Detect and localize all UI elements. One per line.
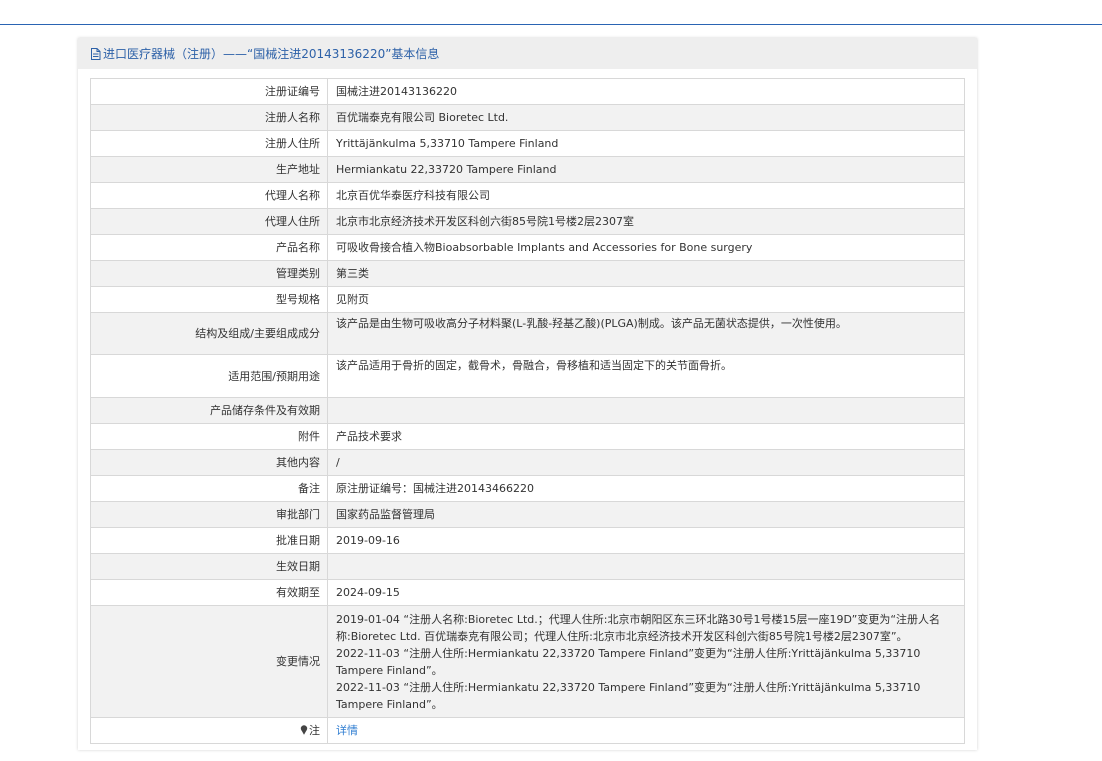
row-label: 产品名称 [90, 234, 328, 261]
row-value: 2024-09-15 [327, 579, 965, 606]
top-divider [0, 24, 1102, 25]
details-link[interactable]: 详情 [336, 724, 358, 737]
table-row: 生产地址 Hermiankatu 22,33720 Tampere Finlan… [90, 156, 965, 183]
row-label: 适用范围/预期用途 [90, 354, 328, 398]
row-value: 百优瑞泰克有限公司 Bioretec Ltd. [327, 104, 965, 131]
row-label: 备注 [90, 475, 328, 502]
row-label: 代理人住所 [90, 208, 328, 235]
row-value: 见附页 [327, 286, 965, 313]
table-row: 管理类别 第三类 [90, 260, 965, 287]
row-label: 注册人住所 [90, 130, 328, 157]
table-row: 注册人住所 Yrittäjänkulma 5,33710 Tampere Fin… [90, 130, 965, 157]
table-row: 有效期至 2024-09-15 [90, 579, 965, 606]
row-label: 审批部门 [90, 501, 328, 528]
row-value: 该产品适用于骨折的固定，截骨术，骨融合，骨移植和适当固定下的关节面骨折。 [327, 354, 965, 398]
row-value: / [327, 449, 965, 476]
table-row: 审批部门 国家药品监督管理局 [90, 501, 965, 528]
row-label: 有效期至 [90, 579, 328, 606]
table-row: 产品储存条件及有效期 [90, 397, 965, 424]
row-label: 产品储存条件及有效期 [90, 397, 328, 424]
row-value: Hermiankatu 22,33720 Tampere Finland [327, 156, 965, 183]
row-value: 可吸收骨接合植入物Bioabsorbable Implants and Acce… [327, 234, 965, 261]
row-label: 管理类别 [90, 260, 328, 287]
row-label: 变更情况 [90, 605, 328, 718]
row-label: 注册证编号 [90, 78, 328, 105]
table-row: 代理人住所 北京市北京经济技术开发区科创六街85号院1号楼2层2307室 [90, 208, 965, 235]
row-value: Yrittäjänkulma 5,33710 Tampere Finland [327, 130, 965, 157]
registration-info-table: 注册证编号 国械注进20143136220 注册人名称 百优瑞泰克有限公司 Bi… [90, 78, 965, 744]
table-row: 产品名称 可吸收骨接合植入物Bioabsorbable Implants and… [90, 234, 965, 261]
row-value: 原注册证编号：国械注进20143466220 [327, 475, 965, 502]
row-label: 批准日期 [90, 527, 328, 554]
row-label: 型号规格 [90, 286, 328, 313]
panel-header: 进口医疗器械（注册）—— “国械注进20143136220”基本信息 [78, 38, 977, 69]
row-label: 附件 [90, 423, 328, 450]
change-item: 2022-11-03 “注册人住所:Hermiankatu 22,33720 T… [336, 646, 921, 677]
table-row: 其他内容 / [90, 449, 965, 476]
table-row: 型号规格 见附页 [90, 286, 965, 313]
table-row: 适用范围/预期用途 该产品适用于骨折的固定，截骨术，骨融合，骨移植和适当固定下的… [90, 354, 965, 398]
row-label: 生效日期 [90, 553, 328, 580]
panel-title-quote: “国械注进20143136220”基本信息 [247, 47, 440, 61]
row-value: 国家药品监督管理局 [327, 501, 965, 528]
row-value: 产品技术要求 [327, 423, 965, 450]
row-value: 国械注进20143136220 [327, 78, 965, 105]
row-label: 结构及组成/主要组成成分 [90, 312, 328, 355]
table-row: 生效日期 [90, 553, 965, 580]
note-value-cell: 详情 [327, 717, 965, 744]
row-label: 代理人名称 [90, 182, 328, 209]
table-row: 批准日期 2019-09-16 [90, 527, 965, 554]
row-label: 注册人名称 [90, 104, 328, 131]
row-value: 北京百优华泰医疗科技有限公司 [327, 182, 965, 209]
note-label-cell: 注 [90, 717, 328, 744]
change-item: 2019-01-04 “注册人名称:Bioretec Ltd.；代理人住所:北京… [336, 612, 941, 643]
document-icon [91, 47, 101, 60]
change-item: 2022-11-03 “注册人住所:Hermiankatu 22,33720 T… [336, 680, 921, 711]
table-row: 结构及组成/主要组成成分 该产品是由生物可吸收高分子材料聚(L-乳酸-羟基乙酸)… [90, 312, 965, 355]
change-history-row: 变更情况 2019-01-04 “注册人名称:Bioretec Ltd.；代理人… [90, 605, 965, 718]
table-row: 代理人名称 北京百优华泰医疗科技有限公司 [90, 182, 965, 209]
table-row: 注册证编号 国械注进20143136220 [90, 78, 965, 105]
row-value: 2019-09-16 [327, 527, 965, 554]
row-label: 生产地址 [90, 156, 328, 183]
note-label: 注 [309, 724, 320, 737]
note-row: 注 详情 [90, 717, 965, 744]
table-row: 备注 原注册证编号：国械注进20143466220 [90, 475, 965, 502]
row-value [327, 553, 965, 580]
row-value [327, 397, 965, 424]
row-value: 第三类 [327, 260, 965, 287]
info-panel: 进口医疗器械（注册）—— “国械注进20143136220”基本信息 注册证编号… [78, 38, 977, 750]
table-row: 附件 产品技术要求 [90, 423, 965, 450]
change-history: 2019-01-04 “注册人名称:Bioretec Ltd.；代理人住所:北京… [327, 605, 965, 718]
panel-title-prefix: 进口医疗器械（注册）—— [103, 47, 248, 61]
row-value: 北京市北京经济技术开发区科创六街85号院1号楼2层2307室 [327, 208, 965, 235]
row-value: 该产品是由生物可吸收高分子材料聚(L-乳酸-羟基乙酸)(PLGA)制成。该产品无… [327, 312, 965, 355]
row-label: 其他内容 [90, 449, 328, 476]
table-row: 注册人名称 百优瑞泰克有限公司 Bioretec Ltd. [90, 104, 965, 131]
pin-icon [300, 725, 308, 735]
